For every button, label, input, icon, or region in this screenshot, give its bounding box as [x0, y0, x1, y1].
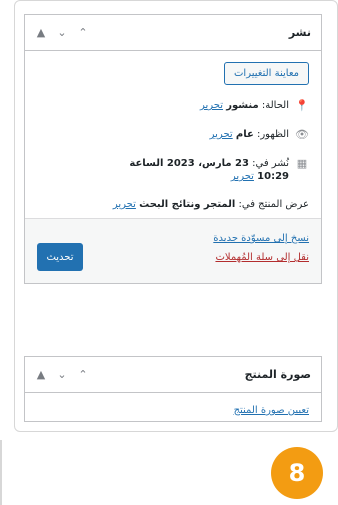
publish-header: نشر ▲ ⌄ ⌃: [25, 15, 321, 51]
product-image-body: تعيين صورة المنتج: [25, 393, 321, 428]
action-links: نسخ إلى مسوّدة جديدة نقل إلى سلة المُهمل…: [213, 229, 309, 267]
product-image-box: صورة المنتج ▲ ⌄ ⌃ تعيين صورة المنتج: [24, 356, 322, 422]
status-row: 📍 الحالة: منشور تحرير: [37, 99, 309, 114]
major-publishing-actions: نسخ إلى مسوّدة جديدة نقل إلى سلة المُهمل…: [25, 218, 321, 283]
catalog-visibility-row: عرض المنتج في: المتجر ونتائج البحث تحرير: [37, 198, 309, 212]
catalog-edit-link[interactable]: تحرير: [113, 199, 136, 210]
published-label: نُشر في:: [252, 157, 289, 169]
visibility-label: الظهور:: [256, 128, 289, 140]
preview-changes-button[interactable]: معاينة التغييرات: [224, 62, 309, 85]
catalog-label: عرض المنتج في:: [238, 198, 309, 210]
published-row: ▦ نُشر في: 23 مارس، 2023 الساعة 10:29 تح…: [37, 157, 309, 184]
copy-to-draft-link[interactable]: نسخ إلى مسوّدة جديدة: [213, 229, 309, 248]
visibility-text: الظهور: عام تحرير: [210, 128, 289, 142]
publish-title: نشر: [288, 26, 311, 39]
pin-icon: 📍: [295, 99, 309, 112]
triangle-up-icon[interactable]: ▲: [35, 26, 47, 39]
product-image-controls: ▲ ⌄ ⌃: [35, 368, 89, 381]
step-number-badge: 8: [271, 447, 323, 499]
publish-details: 📍 الحالة: منشور تحرير 👁 الظهور: عام تحري…: [25, 85, 321, 211]
chevron-down-icon[interactable]: ⌄: [56, 368, 68, 381]
calendar-icon: ▦: [296, 156, 308, 170]
published-edit-link[interactable]: تحرير: [231, 171, 254, 182]
chevron-up-icon[interactable]: ⌃: [77, 368, 89, 381]
move-to-trash-link[interactable]: نقل إلى سلة المُهملات: [213, 248, 309, 267]
visibility-row: 👁 الظهور: عام تحرير: [37, 128, 309, 143]
status-edit-link[interactable]: تحرير: [200, 100, 223, 111]
triangle-up-icon[interactable]: ▲: [35, 368, 47, 381]
product-image-title: صورة المنتج: [244, 368, 311, 381]
chevron-up-icon[interactable]: ⌃: [77, 26, 89, 39]
visibility-edit-link[interactable]: تحرير: [210, 129, 233, 140]
eye-icon: 👁: [295, 127, 309, 141]
visibility-value: عام: [235, 128, 254, 140]
publish-controls: ▲ ⌄ ⌃: [35, 26, 89, 39]
chevron-down-icon[interactable]: ⌄: [56, 26, 68, 39]
status-text: الحالة: منشور تحرير: [200, 99, 289, 113]
update-button[interactable]: تحديث: [37, 243, 83, 271]
published-text: نُشر في: 23 مارس، 2023 الساعة 10:29 تحري…: [129, 157, 289, 184]
status-value: منشور: [226, 100, 259, 111]
preview-row: معاينة التغييرات: [25, 51, 321, 85]
status-label: الحالة:: [261, 100, 289, 111]
published-time: 10:29: [257, 171, 289, 183]
product-image-header: صورة المنتج ▲ ⌄ ⌃: [25, 357, 321, 393]
frame-edge: [0, 440, 2, 505]
publish-box: نشر ▲ ⌄ ⌃ معاينة التغييرات 📍 الحالة: منش…: [24, 14, 322, 284]
set-product-image-link[interactable]: تعيين صورة المنتج: [234, 405, 309, 416]
catalog-value: المتجر ونتائج البحث: [139, 198, 236, 210]
published-value: 23 مارس، 2023 الساعة: [129, 157, 249, 169]
